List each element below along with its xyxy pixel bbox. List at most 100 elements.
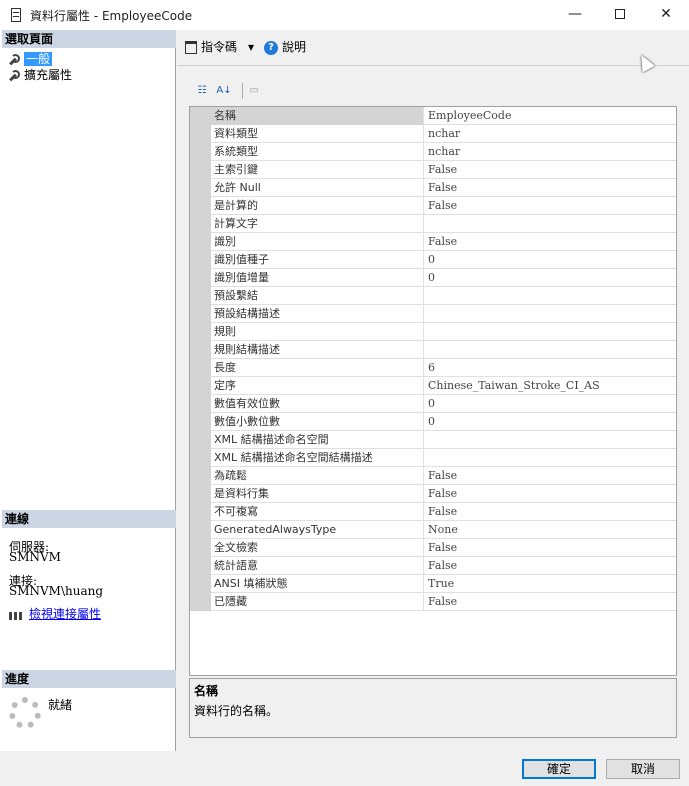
property-value[interactable] (425, 305, 676, 323)
property-row[interactable]: 數值有效位數 0 (211, 395, 676, 413)
property-row[interactable]: 規則 (211, 323, 676, 341)
property-value[interactable] (425, 287, 676, 305)
property-row[interactable]: 資料類型 nchar (211, 125, 676, 143)
maximize-button[interactable] (597, 0, 643, 30)
minimize-button[interactable]: — (552, 0, 598, 30)
property-value[interactable]: 0 (425, 251, 676, 269)
script-button[interactable]: 指令碼 (185, 39, 237, 55)
property-row[interactable]: 識別值種子 0 (211, 251, 676, 269)
script-dropdown-button[interactable]: ▾ (248, 39, 254, 55)
cancel-button[interactable]: 取消 (606, 759, 680, 779)
property-value[interactable] (425, 431, 676, 449)
description-title: 名稱 (194, 684, 219, 698)
description-text: 資料行的名稱。 (194, 704, 279, 718)
property-row[interactable]: XML 結構描述命名空間 (211, 431, 676, 449)
property-value[interactable] (425, 215, 676, 233)
property-value[interactable] (425, 341, 676, 359)
ok-button[interactable]: 確定 (522, 759, 596, 779)
property-name: 系統類型 (211, 143, 424, 161)
property-value[interactable]: False (425, 485, 676, 503)
view-connection-properties-link[interactable]: 檢視連接屬性 (29, 607, 101, 621)
property-row[interactable]: 預設繫結 (211, 287, 676, 305)
property-row[interactable]: 數值小數位數 0 (211, 413, 676, 431)
property-value[interactable] (425, 323, 676, 341)
view-connection-properties[interactable]: 檢視連接屬性 (9, 605, 101, 622)
help-button[interactable]: ? 說明 (264, 39, 306, 55)
property-value[interactable]: 0 (425, 269, 676, 287)
toolbar-separator (242, 83, 243, 99)
property-row[interactable]: 名稱 EmployeeCode (211, 107, 676, 125)
property-value[interactable]: False (425, 161, 676, 179)
property-name: 是計算的 (211, 197, 424, 215)
page-item-general[interactable]: 一般 (8, 51, 53, 67)
left-panel: 選取頁面 一般 擴充屬性 連線 伺服器: SMNVM 連接: SMNVM\hua… (0, 30, 176, 751)
property-name: 預設繫結 (211, 287, 424, 305)
property-value[interactable]: EmployeeCode (425, 107, 676, 125)
property-value[interactable]: False (425, 503, 676, 521)
property-row[interactable]: GeneratedAlwaysType None (211, 521, 676, 539)
property-row[interactable]: XML 結構描述命名空間結構描述 (211, 449, 676, 467)
property-value[interactable]: False (425, 233, 676, 251)
property-pages-icon: ▭ (249, 85, 259, 96)
property-value[interactable]: nchar (425, 143, 676, 161)
property-value[interactable]: None (425, 521, 676, 539)
description-panel: 名稱 資料行的名稱。 (189, 678, 677, 738)
title-bar: 資料行屬性 - EmployeeCode — ✕ (0, 0, 689, 30)
help-icon: ? (264, 40, 278, 55)
property-name: 全文檢索 (211, 539, 424, 557)
property-name: 允許 Null (211, 179, 424, 197)
property-name: 預設結構描述 (211, 305, 424, 323)
property-name: 長度 (211, 359, 424, 377)
property-row[interactable]: 是計算的 False (211, 197, 676, 215)
property-value[interactable]: 0 (425, 413, 676, 431)
page-item-extended-properties[interactable]: 擴充屬性 (8, 67, 72, 83)
script-icon (185, 41, 197, 54)
property-row[interactable]: ANSI 填補狀態 True (211, 575, 676, 593)
server-value: SMNVM (9, 550, 61, 564)
property-value[interactable]: False (425, 557, 676, 575)
property-row[interactable]: 規則結構描述 (211, 341, 676, 359)
property-value[interactable] (425, 449, 676, 467)
property-value[interactable]: Chinese_Taiwan_Stroke_CI_AS (425, 377, 676, 395)
property-row[interactable]: 主索引鍵 False (211, 161, 676, 179)
property-row[interactable]: 是資料行集 False (211, 485, 676, 503)
property-name: 是資料行集 (211, 485, 424, 503)
property-name: 規則 (211, 323, 424, 341)
property-row[interactable]: 預設結構描述 (211, 305, 676, 323)
property-value[interactable]: 0 (425, 395, 676, 413)
property-value[interactable]: nchar (425, 125, 676, 143)
property-value[interactable]: False (425, 539, 676, 557)
property-value[interactable]: False (425, 593, 676, 611)
progress-spinner-icon (9, 697, 41, 729)
property-name: 識別 (211, 233, 424, 251)
property-row[interactable]: 為疏鬆 False (211, 467, 676, 485)
property-row[interactable]: 已隱藏 False (211, 593, 676, 611)
property-value[interactable]: True (425, 575, 676, 593)
alphabetical-sort-icon[interactable]: A↓ (215, 82, 233, 100)
property-name: 規則結構描述 (211, 341, 424, 359)
property-row[interactable]: 識別值增量 0 (211, 269, 676, 287)
property-name: 不可複寫 (211, 503, 424, 521)
property-name: 主索引鍵 (211, 161, 424, 179)
property-name: 定序 (211, 377, 424, 395)
property-row[interactable]: 識別 False (211, 233, 676, 251)
categorized-icon[interactable]: ☷ (193, 82, 211, 100)
property-row[interactable]: 系統類型 nchar (211, 143, 676, 161)
property-row[interactable]: 長度 6 (211, 359, 676, 377)
property-value[interactable]: False (425, 467, 676, 485)
property-name: 數值有效位數 (211, 395, 424, 413)
property-row[interactable]: 允許 Null False (211, 179, 676, 197)
property-value[interactable]: False (425, 197, 676, 215)
property-row[interactable]: 計算文字 (211, 215, 676, 233)
property-row[interactable]: 不可複寫 False (211, 503, 676, 521)
property-value[interactable]: 6 (425, 359, 676, 377)
property-row[interactable]: 統計語意 False (211, 557, 676, 575)
property-row[interactable]: 定序 Chinese_Taiwan_Stroke_CI_AS (211, 377, 676, 395)
property-grid: 名稱 EmployeeCode 資料類型 nchar 系統類型 nchar 主索引鍵 Fals… (189, 106, 677, 676)
property-value[interactable]: False (425, 179, 676, 197)
property-row[interactable]: 全文檢索 False (211, 539, 676, 557)
close-button[interactable]: ✕ (643, 0, 689, 30)
page-item-extended-properties-label: 擴充屬性 (24, 68, 73, 82)
property-name: 已隱藏 (211, 593, 424, 611)
progress-status: 就緒 (48, 698, 73, 712)
